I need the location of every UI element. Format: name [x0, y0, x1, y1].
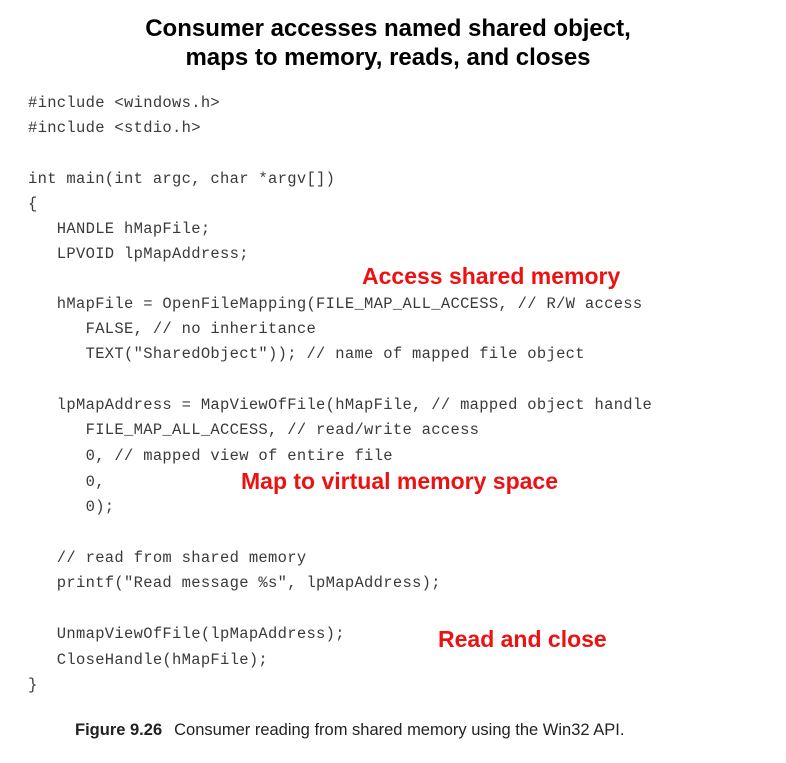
figure-label: Figure 9.26: [75, 721, 163, 739]
code-line: UnmapViewOfFile(lpMapAddress);: [28, 625, 345, 643]
code-line: CloseHandle(hMapFile);: [28, 651, 269, 669]
annotation-read-and-close: Read and close: [438, 626, 607, 652]
code-line: // read from shared memory: [28, 549, 307, 567]
code-line: FALSE, // no inheritance: [28, 320, 317, 338]
code-line: 0,: [28, 473, 105, 491]
figure-caption: Figure 9.26 Consumer reading from shared …: [75, 721, 624, 740]
code-line: FILE_MAP_ALL_ACCESS, // read/write acces…: [28, 421, 480, 439]
code-line: TEXT("SharedObject")); // name of mapped…: [28, 345, 585, 363]
annotation-map-virtual-memory: Map to virtual memory space: [241, 468, 558, 494]
code-line: }: [28, 676, 38, 694]
annotation-access-shared-memory: Access shared memory: [362, 263, 621, 289]
code-line: lpMapAddress = MapViewOfFile(hMapFile, /…: [28, 396, 653, 414]
code-listing: #include <windows.h> #include <stdio.h> …: [0, 0, 786, 700]
code-line: #include <stdio.h>: [28, 119, 201, 137]
code-line: hMapFile = OpenFileMapping(FILE_MAP_ALL_…: [28, 295, 643, 313]
code-line: printf("Read message %s", lpMapAddress);: [28, 574, 441, 592]
code-line: int main(int argc, char *argv[]): [28, 170, 336, 188]
code-line: {: [28, 195, 38, 213]
code-line: 0, // mapped view of entire file: [28, 447, 393, 465]
code-line: #include <windows.h>: [28, 94, 221, 112]
caption-text: Consumer reading from shared memory usin…: [174, 721, 625, 739]
code-line: LPVOID lpMapAddress;: [28, 245, 249, 263]
code-line: 0);: [28, 498, 115, 516]
code-line: HANDLE hMapFile;: [28, 220, 211, 238]
